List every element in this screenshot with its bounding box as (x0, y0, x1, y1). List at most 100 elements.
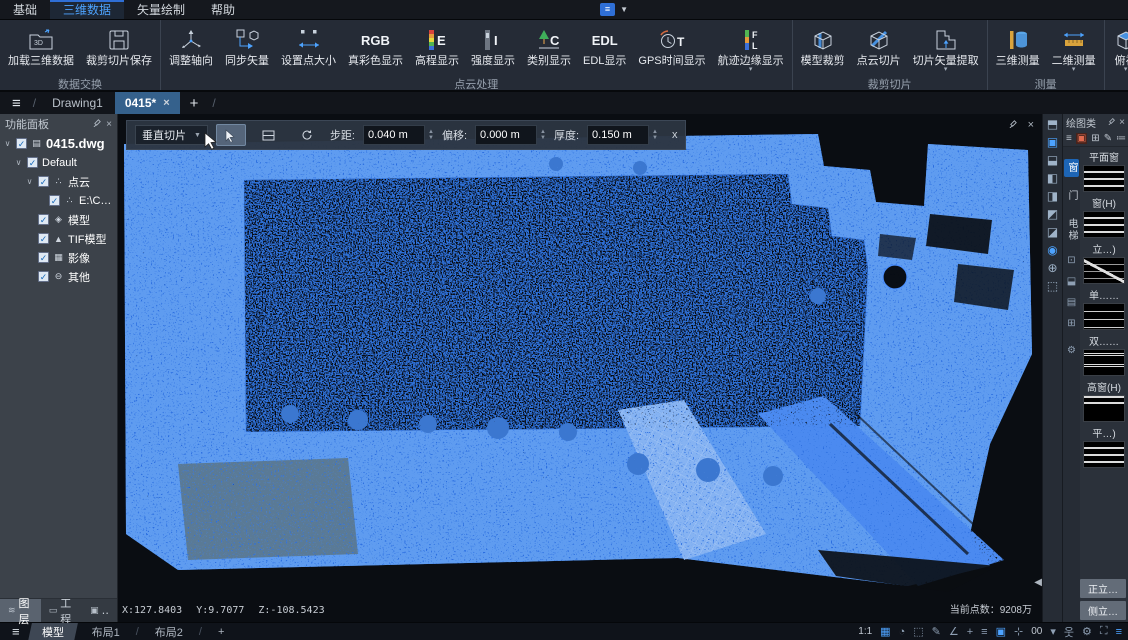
visibility-checkbox[interactable]: ✓ (38, 233, 49, 244)
menu-item-帮助[interactable]: 帮助 (198, 0, 248, 19)
layout-tab-布局2[interactable]: 布局2 (143, 623, 195, 640)
units-icon[interactable]: 00 (1031, 626, 1042, 637)
block-item-窗(H)[interactable]: 窗(H) (1083, 195, 1125, 238)
ribbon-button-类别显示[interactable]: C类别显示 (521, 23, 577, 75)
settings-gear-icon[interactable]: ⚙ (1082, 625, 1092, 638)
ribbon-button-同步矢量[interactable]: 同步矢量 (219, 23, 275, 75)
rail-category-icon[interactable]: ⊡ (1067, 255, 1075, 266)
list-view-icon[interactable]: ≡ (1066, 133, 1072, 144)
ribbon-button-真彩色显示[interactable]: RGB真彩色显示 (342, 23, 409, 75)
pan-view-icon[interactable]: ⊕ (1047, 262, 1057, 275)
close-icon[interactable]: × (1028, 119, 1034, 131)
ribbon-button-航迹边缘显示[interactable]: FL航迹边缘显示▾ (712, 23, 790, 75)
numeric-input[interactable]: 0.150 m (587, 125, 649, 145)
ribbon-button-GPS时间显示[interactable]: TGPS时间显示 (632, 23, 711, 75)
tree-node-E-CS-1-[interactable]: ✓∴E:\CS\1... (0, 191, 117, 210)
slice-plane-button[interactable] (254, 124, 284, 146)
block-category-icon[interactable]: ⊞ (1067, 318, 1075, 329)
ribbon-button-模型裁剪[interactable]: 模型裁剪 (795, 23, 851, 75)
visibility-checkbox[interactable]: ✓ (38, 176, 49, 187)
slice-mode-select[interactable]: 垂直切片 ▼ (135, 125, 208, 145)
ribbon-button-点云切片[interactable]: 点云切片 (851, 23, 907, 75)
block-item-平面窗[interactable]: 平面窗 (1083, 149, 1125, 192)
category-tab-电梯[interactable]: 电梯 (1064, 215, 1079, 245)
filter-icon[interactable]: ≔ (1116, 133, 1126, 144)
elevation-button-正立…[interactable]: 正立… (1080, 579, 1126, 598)
grid-snap-icon[interactable]: ▦ (880, 625, 890, 638)
view-iso-se-icon[interactable]: ◪ (1047, 226, 1058, 239)
visibility-checkbox[interactable]: ✓ (16, 138, 27, 149)
tree-node-影像[interactable]: ✓▦影像 (0, 248, 117, 267)
crosshair-icon[interactable]: ⊹ (1014, 625, 1023, 638)
ribbon-button-裁剪切片保存[interactable]: 裁剪切片保存 (80, 23, 158, 75)
ribbon-button-调整轴向[interactable]: 调整轴向 (163, 23, 219, 75)
numeric-input[interactable]: 0.040 m (363, 125, 425, 145)
pin-icon[interactable] (1108, 117, 1116, 128)
view-cube-left-icon[interactable]: ◧ (1047, 172, 1058, 185)
category-tab-门[interactable]: 门 (1064, 187, 1079, 205)
object-snap-icon[interactable]: ⬚ (913, 625, 923, 638)
block-item-单……[interactable]: 单…… (1083, 287, 1125, 330)
visibility-checkbox[interactable]: ✓ (38, 214, 49, 225)
numeric-input[interactable]: 0.000 m (475, 125, 537, 145)
pin-icon[interactable] (93, 118, 102, 130)
user-icon[interactable]: 웃 (1064, 624, 1074, 640)
tree-caret-icon[interactable]: ∨ (25, 177, 34, 186)
visibility-checkbox[interactable]: ✓ (38, 271, 49, 282)
menu-item-基础[interactable]: 基础 (0, 0, 50, 19)
settings-gear-icon[interactable]: ⚙ (1067, 345, 1076, 356)
block-item-平…)[interactable]: 平…) (1083, 425, 1125, 468)
scale-1-1-icon[interactable]: 1:1 (858, 626, 872, 637)
visibility-checkbox[interactable]: ✓ (27, 157, 38, 168)
tree-node-0415-dwg[interactable]: ∨✓▤0415.dwg (0, 134, 117, 153)
lineweight-icon[interactable]: ≡ (981, 626, 987, 638)
elevation-button-侧立…[interactable]: 侧立… (1080, 601, 1126, 620)
tree-node-模型[interactable]: ✓◈模型 (0, 210, 117, 229)
angle-snap-icon[interactable]: ∠ (949, 625, 959, 638)
close-tab-icon[interactable]: × (163, 97, 169, 109)
view-cube-front-icon[interactable]: ▣ (1047, 136, 1058, 149)
block-item-高窗(H)[interactable]: 高窗(H) (1083, 379, 1125, 422)
view-iso-sw-icon[interactable]: ◩ (1047, 208, 1058, 221)
close-icon[interactable]: × (1119, 117, 1125, 128)
spinner-arrows[interactable]: ▲▼ (425, 129, 434, 141)
viewport-icon[interactable]: ▣ (996, 625, 1006, 638)
select-tool-button[interactable] (216, 124, 246, 146)
panel-tab-图层[interactable]: ≋图层 (0, 599, 41, 622)
tree-node-点云[interactable]: ∨✓∴点云 (0, 172, 117, 191)
tree-node-TIF模型[interactable]: ✓▲TIF模型 (0, 229, 117, 248)
category-icon[interactable]: ▣ (1076, 133, 1087, 144)
pin-icon[interactable] (1009, 119, 1018, 131)
add-item-icon[interactable]: ⊞ (1091, 133, 1099, 144)
stair-category-icon[interactable]: ⬓ (1067, 276, 1076, 287)
document-tab-Drawing1[interactable]: Drawing1 (42, 92, 113, 114)
ribbon-button-高程显示[interactable]: E高程显示 (409, 23, 465, 75)
tree-caret-icon[interactable]: ∨ (14, 158, 23, 167)
collapse-panel-icon[interactable]: ◀ (1034, 577, 1042, 588)
orbit-view-icon[interactable]: ◉ (1047, 244, 1057, 257)
block-item-双……[interactable]: 双…… (1083, 333, 1125, 376)
spinner-arrows[interactable]: ▲▼ (537, 129, 546, 141)
layout-tab-模型[interactable]: 模型 (28, 623, 78, 640)
panel-tab-工程[interactable]: ▭工程 (41, 599, 82, 622)
panel-tab-‥[interactable]: ▣‥ (82, 599, 117, 622)
menu-item-矢量绘制[interactable]: 矢量绘制 (124, 0, 198, 19)
ribbon-button-俯视[interactable]: 俯视▾ (1107, 23, 1128, 75)
visibility-checkbox[interactable]: ✓ (49, 195, 60, 206)
fullscreen-icon[interactable]: ⛶ (1100, 625, 1108, 638)
view-cube-top-icon[interactable]: ⬒ (1047, 118, 1058, 131)
view-cube-right-icon[interactable]: ◨ (1047, 190, 1058, 203)
document-tab-0415*[interactable]: 0415*× (115, 92, 180, 114)
polar-tracking-icon[interactable]: ◔ (899, 626, 906, 638)
layout-tab-布局1[interactable]: 布局1 (80, 623, 132, 640)
visibility-checkbox[interactable]: ✓ (38, 252, 49, 263)
quick-access-icon[interactable]: ≡ (600, 3, 615, 16)
menu-item-三维数据[interactable]: 三维数据 (50, 0, 124, 19)
block-item-立…)[interactable]: 立…) (1083, 241, 1125, 284)
quick-access-dropdown-icon[interactable]: ▼ (620, 5, 628, 14)
more-options-icon[interactable]: ▾ (1050, 625, 1056, 638)
panel-category-icon[interactable]: ▤ (1067, 297, 1076, 308)
ribbon-button-EDL显示[interactable]: EDLEDL显示 (577, 23, 632, 75)
close-icon[interactable]: × (106, 119, 112, 130)
ribbon-button-加载三维数据[interactable]: 3D加载三维数据 (2, 23, 80, 75)
